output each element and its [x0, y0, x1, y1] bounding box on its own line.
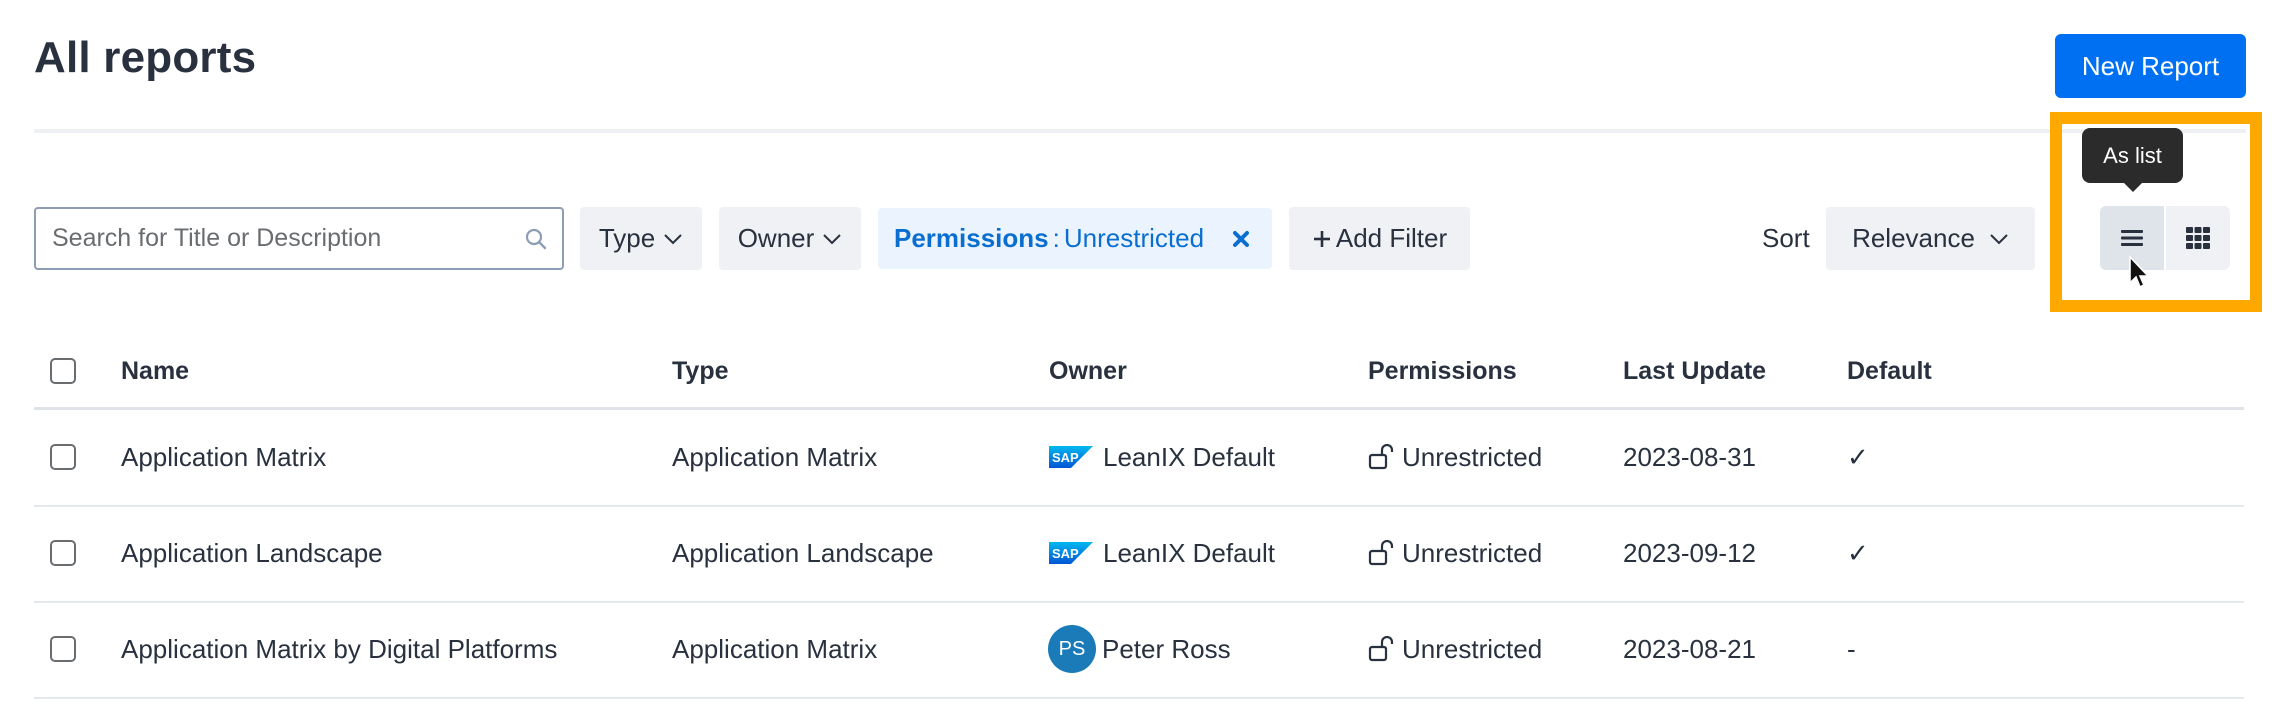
sort-dropdown[interactable]: Relevance: [1826, 207, 2035, 270]
chevron-down-icon: [823, 233, 841, 244]
avatar: PS: [1048, 625, 1096, 673]
report-default: ✓: [1847, 442, 1869, 472]
add-filter-label: Add Filter: [1335, 223, 1448, 253]
table-header-divider: [34, 407, 2244, 410]
report-type: Application Matrix: [672, 634, 878, 664]
report-permissions: Unrestricted: [1368, 537, 1542, 569]
column-header-type[interactable]: Type: [672, 355, 729, 387]
row-checkbox[interactable]: [50, 540, 76, 566]
report-name[interactable]: Application Landscape: [121, 537, 383, 569]
unlock-icon: [1368, 540, 1394, 566]
permission-value: Unrestricted: [1402, 442, 1543, 472]
report-last-update: 2023-08-21: [1623, 634, 1756, 664]
row-divider: [34, 601, 2244, 603]
report-default: ✓: [1847, 538, 1869, 568]
row-checkbox[interactable]: [50, 444, 76, 470]
unlock-icon: [1368, 444, 1394, 470]
grid-icon: [2186, 227, 2210, 249]
report-type: Application Landscape: [672, 538, 934, 568]
column-header-name[interactable]: Name: [121, 355, 189, 387]
report-permissions: Unrestricted: [1368, 441, 1542, 473]
report-last-update: 2023-09-12: [1623, 538, 1756, 568]
owner-name: Peter Ross: [1102, 634, 1231, 664]
add-filter-button[interactable]: Add Filter: [1289, 207, 1470, 270]
sap-logo-icon: SAP: [1049, 542, 1093, 564]
permission-value: Unrestricted: [1402, 634, 1543, 664]
search-icon[interactable]: [524, 227, 548, 251]
owner-name: LeanIX Default: [1103, 442, 1276, 472]
list-icon: [2121, 230, 2143, 246]
type-filter-button[interactable]: Type: [580, 207, 702, 270]
chevron-down-icon: [664, 233, 682, 244]
owner-filter-label: Owner: [737, 223, 815, 253]
permissions-filter-chip[interactable]: Permissions: Unrestricted: [878, 208, 1272, 269]
owner-name: LeanIX Default: [1103, 538, 1276, 568]
grid-view-button[interactable]: [2166, 206, 2230, 270]
report-owner: PS Peter Ross: [1048, 625, 1231, 673]
permission-value: Unrestricted: [1402, 538, 1543, 568]
report-name[interactable]: Application Matrix: [121, 441, 326, 473]
column-header-permissions[interactable]: Permissions: [1368, 355, 1517, 387]
row-checkbox[interactable]: [50, 636, 76, 662]
tooltip-arrow: [2124, 183, 2142, 192]
column-header-default[interactable]: Default: [1847, 355, 1932, 387]
close-icon[interactable]: [1230, 228, 1252, 250]
plus-icon: [1313, 230, 1330, 247]
mouse-cursor-icon: [2129, 255, 2150, 289]
search-input[interactable]: [52, 224, 524, 253]
unlock-icon: [1368, 636, 1394, 662]
owner-filter-button[interactable]: Owner: [719, 207, 861, 270]
report-last-update: 2023-08-31: [1623, 442, 1756, 472]
view-tooltip: As list: [2082, 128, 2183, 183]
sap-logo-icon: SAP: [1049, 446, 1093, 468]
report-default: -: [1847, 634, 1856, 664]
report-owner: SAP LeanIX Default: [1049, 537, 1275, 569]
chevron-down-icon: [1990, 233, 2008, 244]
report-permissions: Unrestricted: [1368, 633, 1542, 665]
svg-text:SAP: SAP: [1052, 450, 1079, 465]
select-all-checkbox[interactable]: [50, 358, 76, 384]
row-divider: [34, 505, 2244, 507]
filter-key: Permissions: [894, 223, 1049, 253]
filter-value: Unrestricted: [1063, 223, 1205, 253]
filter-separator: :: [1052, 223, 1060, 253]
report-type: Application Matrix: [672, 442, 878, 472]
svg-text:SAP: SAP: [1052, 546, 1079, 561]
report-owner: SAP LeanIX Default: [1049, 441, 1275, 473]
search-field[interactable]: [34, 207, 564, 270]
type-filter-label: Type: [598, 223, 656, 253]
header-divider: [34, 129, 2246, 133]
sort-value: Relevance: [1852, 223, 1975, 253]
column-header-last-update[interactable]: Last Update: [1623, 355, 1766, 387]
view-toggle: [2100, 206, 2230, 270]
column-header-owner[interactable]: Owner: [1049, 355, 1127, 387]
report-name[interactable]: Application Matrix by Digital Platforms: [121, 633, 557, 665]
new-report-button[interactable]: New Report: [2055, 34, 2246, 98]
page-title: All reports: [34, 33, 257, 82]
row-divider: [34, 697, 2244, 699]
sort-label: Sort: [1762, 223, 1810, 253]
